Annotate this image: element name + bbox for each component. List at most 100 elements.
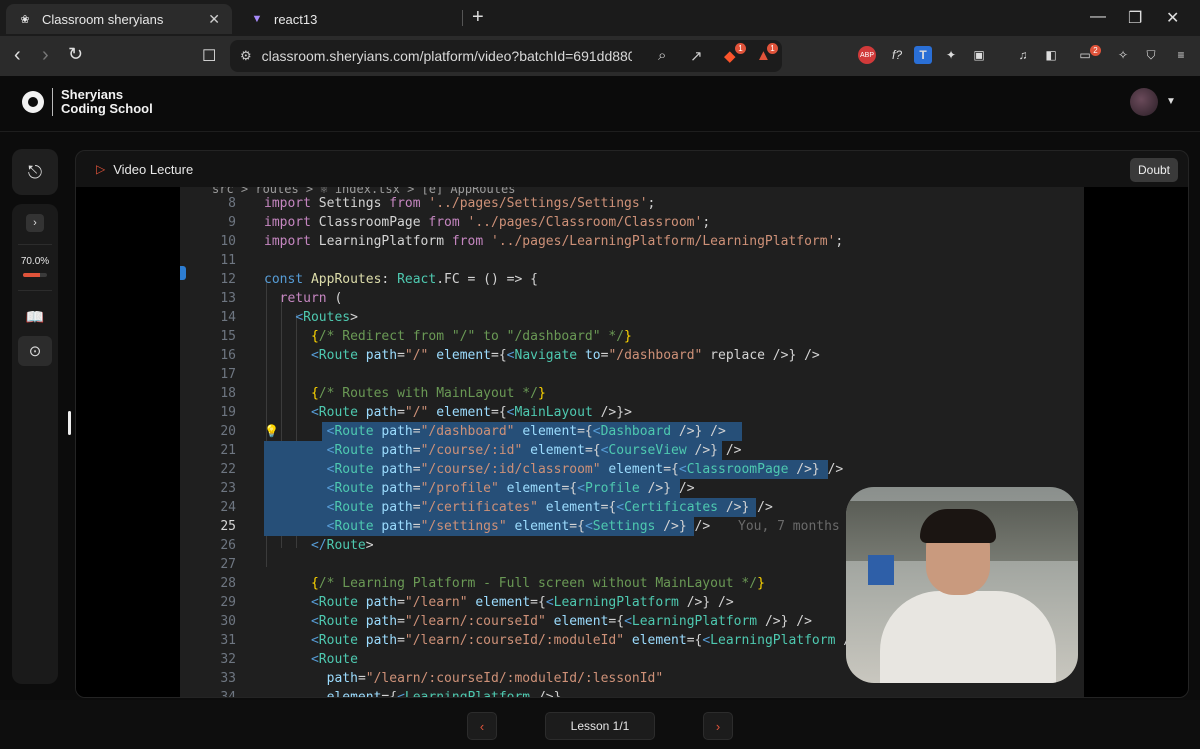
adblock-icon[interactable]: ABP: [858, 46, 876, 64]
video-play-icon[interactable]: ⊙: [18, 336, 52, 366]
line-number: 26: [220, 538, 236, 553]
brand-line-2: Coding School: [61, 101, 153, 116]
code-line: 18 {/* Routes with MainLayout */}: [180, 384, 1084, 403]
progress-bar: [23, 273, 47, 277]
line-number: 12: [220, 272, 236, 287]
tab-react13[interactable]: ▼ react13: [238, 4, 460, 34]
left-rail: › 70.0% 📖 ⊙: [12, 204, 58, 684]
logo-divider: [52, 88, 53, 116]
code-line: 16 <Route path="/" element={<Navigate to…: [180, 346, 1084, 365]
line-number: 21: [220, 443, 236, 458]
brave-shields-icon[interactable]: ◆: [724, 47, 736, 65]
reload-icon[interactable]: ↻: [68, 44, 83, 65]
video-player[interactable]: src > routes > ⚛ index.tsx > [e] AppRout…: [76, 187, 1188, 697]
code-line: 9 import ClassroomPage from '../pages/Cla…: [180, 213, 1084, 232]
line-number: 10: [220, 234, 236, 249]
forward-icon[interactable]: ›: [42, 44, 49, 67]
code-text: return (: [279, 291, 343, 306]
instructor-webcam: [846, 487, 1078, 683]
line-number: 32: [220, 652, 236, 667]
text-tool-icon[interactable]: T: [914, 46, 932, 64]
sheryians-favicon-icon: ❀: [20, 13, 30, 26]
media-icon[interactable]: ♫: [1014, 46, 1032, 64]
extensions-icon[interactable]: ✦: [942, 46, 960, 64]
code-text: <Routes>: [295, 310, 358, 325]
exit-button[interactable]: ⎋: [12, 149, 58, 195]
restore-icon[interactable]: ❐: [1128, 8, 1142, 28]
vpn-shield-icon[interactable]: ⛉: [1142, 46, 1160, 64]
return-icon: ⎋: [27, 161, 43, 182]
code-text: <Route path="/" element={<Navigate to="/…: [310, 348, 820, 363]
browser-tab-strip: ❀ Classroom sheryians ✕ ▼ react13 + — ❐ …: [0, 0, 1200, 36]
rail-divider: [18, 244, 52, 245]
panel-resize-handle[interactable]: [68, 411, 71, 435]
address-bar[interactable]: ⚙ classroom.sheryians.com/platform/video…: [230, 40, 782, 72]
sheryians-logo-icon: [22, 91, 44, 113]
leo-ai-icon[interactable]: ✧: [1114, 46, 1132, 64]
minimize-icon[interactable]: —: [1090, 8, 1106, 26]
line-number: 9: [228, 215, 236, 230]
sidebar-icon[interactable]: ◧: [1042, 46, 1060, 64]
rewards-badge: 1: [767, 43, 778, 54]
code-line: 12 const AppRoutes: React.FC = () => {: [180, 270, 1084, 289]
line-number: 17: [220, 367, 236, 382]
video-panel: ▷ Video Lecture Doubt src > routes > ⚛ i…: [75, 150, 1189, 698]
menu-icon[interactable]: ≡: [1172, 46, 1190, 64]
line-number: 29: [220, 595, 236, 610]
code-line: 17: [180, 365, 1084, 384]
vite-favicon-icon: ▼: [251, 13, 263, 25]
back-icon[interactable]: ‹: [14, 44, 21, 67]
user-avatar[interactable]: [1130, 88, 1158, 116]
code-line: 21 <Route path="/course/:id" element={<C…: [180, 441, 1084, 460]
tab-classroom[interactable]: ❀ Classroom sheryians ✕: [6, 4, 232, 34]
caret-down-icon[interactable]: ▼: [1166, 96, 1176, 107]
site-header: Sheryians Coding School ▼: [0, 76, 1200, 132]
window-close-icon[interactable]: ✕: [1166, 8, 1179, 28]
code-line: 10 import LearningPlatform from '../pages…: [180, 232, 1084, 251]
line-number: 18: [220, 386, 236, 401]
line-number: 14: [220, 310, 236, 325]
zoom-search-icon[interactable]: ⌕: [658, 47, 666, 64]
rail-divider: [18, 290, 52, 291]
browser-toolbar: ‹ › ↻ ☐ ⚙ classroom.sheryians.com/platfo…: [0, 36, 1200, 76]
breakpoint-marker: [180, 266, 186, 280]
new-tab-button[interactable]: +: [472, 6, 484, 29]
code-line: 14 <Routes>: [180, 308, 1084, 327]
expand-rail-button[interactable]: ›: [26, 214, 44, 232]
webcam-book: [868, 555, 894, 585]
code-text: <Route path="/" element={<MainLayout />}…: [310, 405, 632, 420]
code-text: const AppRoutes: React.FC = () => {: [264, 272, 538, 287]
share-icon[interactable]: ↗: [690, 47, 703, 65]
line-number: 15: [220, 329, 236, 344]
brave-shields-badge: 1: [735, 43, 746, 54]
brand-logo[interactable]: Sheryians Coding School: [22, 88, 153, 116]
line-number: 30: [220, 614, 236, 629]
formula-icon[interactable]: f?: [888, 46, 906, 64]
progress-bar-fill: [23, 273, 40, 277]
code-text: <Route path="/learn/:courseId" element={…: [310, 614, 812, 629]
screenshot-icon[interactable]: ▣: [970, 46, 988, 64]
panel-header: ▷ Video Lecture: [76, 151, 1188, 187]
code-text: import Settings from '../pages/Settings/…: [264, 196, 656, 211]
url-text[interactable]: classroom.sheryians.com/platform/video?b…: [262, 48, 632, 64]
lesson-indicator[interactable]: Lesson 1/1: [545, 712, 655, 740]
bookmark-icon[interactable]: ☐: [202, 46, 216, 66]
code-line: 20 <Route path="/dashboard" element={<Da…: [180, 422, 1084, 441]
tab-title: react13: [274, 11, 318, 27]
lightbulb-icon: 💡: [264, 424, 279, 438]
line-number: 13: [220, 291, 236, 306]
notes-book-icon[interactable]: 📖: [18, 302, 52, 332]
code-text: {/* Redirect from "/" to "/dashboard" */…: [310, 329, 632, 344]
code-text: {/* Learning Platform - Full screen with…: [310, 576, 765, 591]
line-number: 20: [220, 424, 236, 439]
next-lesson-button[interactable]: ›: [703, 712, 733, 740]
code-text: <Route path="/learn" element={<LearningP…: [310, 595, 734, 610]
doubt-button[interactable]: Doubt: [1130, 158, 1178, 182]
play-outline-icon: ▷: [96, 162, 106, 176]
line-number: 27: [220, 557, 236, 572]
code-text: <Route: [310, 652, 358, 667]
previous-lesson-button[interactable]: ‹: [467, 712, 497, 740]
git-blame-annotation: You, 7 months: [738, 519, 840, 534]
site-info-icon[interactable]: ⚙: [240, 48, 252, 64]
tab-close-icon[interactable]: ✕: [208, 11, 220, 28]
